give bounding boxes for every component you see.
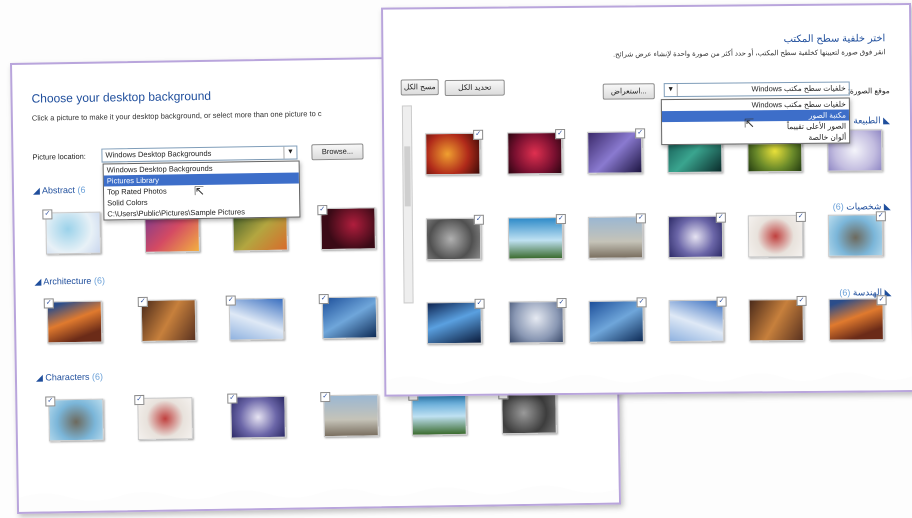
checkbox-icon[interactable]: ✓ [473, 129, 484, 140]
checkbox-icon[interactable]: ✓ [715, 212, 726, 223]
page-title: اختر خلفية سطح المكتب [783, 33, 886, 46]
checkbox-icon[interactable]: ✓ [635, 213, 646, 224]
browse-button[interactable]: استعراض... [602, 83, 655, 100]
wallpaper-thumbnail[interactable]: ✓ [508, 298, 567, 344]
browse-button[interactable]: Browse... [311, 143, 364, 161]
wallpaper-thumbnail[interactable]: ✓ [507, 214, 566, 260]
torn-edge [386, 372, 912, 395]
checkbox-icon[interactable]: ✓ [795, 211, 806, 223]
group-count: (6 [77, 184, 86, 195]
wallpaper-thumbnail[interactable]: ✓ [827, 211, 886, 257]
checkbox-icon[interactable]: ✓ [45, 396, 56, 407]
group-count: (6) [91, 371, 103, 382]
scrollbar[interactable] [401, 105, 414, 304]
collapse-triangle-icon[interactable]: ◣ [883, 115, 890, 125]
wallpaper-thumbnail[interactable]: ✓ [587, 213, 646, 259]
checkbox-icon[interactable]: ✓ [796, 295, 807, 307]
checkbox-icon[interactable]: ✓ [473, 214, 484, 225]
checkbox-icon[interactable]: ✓ [556, 298, 567, 309]
wallpaper-thumbnail[interactable]: ✓ [747, 211, 806, 258]
wallpaper-thumbnail[interactable]: ✓ [43, 298, 103, 344]
group-name: شخصيات [846, 201, 882, 212]
mouse-pointer-icon: ⇱ [193, 183, 205, 199]
wallpaper-thumbnail[interactable]: ✓ [227, 393, 286, 439]
picture-location-value: خلفيات سطح مكتب Windows [751, 83, 846, 94]
picture-location-label: Picture location: [32, 151, 86, 162]
checkbox-icon[interactable]: ✓ [555, 129, 566, 140]
checkbox-icon[interactable]: ✓ [716, 296, 727, 307]
wallpaper-thumbnail[interactable]: ✓ [588, 297, 647, 343]
group-header-nature[interactable]: ◣ الطبيعة [853, 115, 890, 126]
wallpaper-thumbnail[interactable]: ✓ [828, 295, 887, 341]
checkbox-icon[interactable]: ✓ [474, 298, 485, 309]
collapse-triangle-icon[interactable]: ◣ [884, 201, 891, 211]
wallpaper-thumbnail[interactable]: ✓ [498, 389, 557, 435]
instructions-text: انقر فوق صورة لتعيينها كخلفية سطح المكتب… [613, 49, 886, 59]
picture-location-select[interactable]: خلفيات سطح مكتب Windows ▼ [663, 81, 850, 98]
picture-location-value: Windows Desktop Backgrounds [105, 148, 212, 160]
picture-location-label: موقع الصورة: [847, 86, 890, 96]
picture-location-dropdown: خلفيات سطح مكتب Windows مكتبة الصور الصو… [660, 97, 851, 146]
group-count: (6) [839, 287, 851, 298]
wallpaper-thumbnail[interactable]: ✓ [507, 129, 566, 175]
wallpaper-thumbnail[interactable]: ✓ [225, 295, 285, 341]
wallpaper-thumbnail[interactable]: ✓ [137, 296, 197, 342]
wallpaper-thumbnail[interactable]: ✓ [425, 214, 484, 261]
wallpaper-thumbnail[interactable]: ✓ [317, 205, 376, 251]
dropdown-option[interactable]: C:\Users\Public\Pictures\Sample Pictures [104, 205, 299, 219]
collapse-triangle-icon[interactable]: ◢ [36, 373, 43, 383]
checkbox-icon[interactable]: ✓ [876, 295, 887, 306]
group-count: (6) [832, 201, 844, 212]
wallpaper-thumbnail[interactable]: ✓ [667, 212, 726, 259]
checkbox-icon[interactable]: ✓ [42, 209, 53, 220]
wallpaper-thumbnail[interactable]: ✓ [425, 129, 484, 176]
group-name: الطبيعة [853, 115, 881, 126]
checkbox-icon[interactable]: ✓ [317, 205, 328, 216]
mouse-pointer-icon: ⇱ [743, 116, 755, 131]
collapse-triangle-icon[interactable]: ◢ [33, 186, 40, 196]
checkbox-icon[interactable]: ✓ [320, 392, 331, 403]
collapse-triangle-icon[interactable]: ◢ [34, 277, 41, 287]
group-name: Abstract [41, 184, 76, 196]
wallpaper-thumbnail[interactable]: ✓ [42, 209, 102, 255]
scrollbar-thumb[interactable] [404, 146, 411, 207]
chevron-down-icon[interactable]: ▼ [283, 146, 297, 159]
wallpaper-thumbnail[interactable]: ✓ [320, 392, 379, 438]
checkbox-icon[interactable]: ✓ [635, 128, 646, 139]
group-header-architecture[interactable]: ◢ Architecture (6) [34, 276, 105, 288]
checkbox-icon[interactable]: ✓ [318, 294, 329, 305]
checkbox-icon[interactable]: ✓ [555, 214, 566, 225]
chevron-down-icon[interactable]: ▼ [664, 84, 678, 97]
dropdown-option[interactable]: ألوان خالصة [662, 132, 849, 145]
wallpaper-thumbnail[interactable]: ✓ [408, 390, 467, 436]
wallpaper-thumbnail[interactable]: ✓ [748, 295, 807, 342]
wallpaper-thumbnail[interactable]: ✓ [134, 394, 193, 441]
wallpaper-thumbnail[interactable]: ✓ [587, 128, 646, 174]
wallpaper-thumbnail[interactable]: ✓ [45, 396, 104, 442]
instructions-text: Click a picture to make it your desktop … [31, 109, 322, 123]
checkbox-icon[interactable]: ✓ [43, 298, 54, 309]
select-all-button[interactable]: تحديد الكل [444, 79, 505, 97]
page-title: Choose your desktop background [31, 88, 212, 106]
torn-edge [18, 485, 619, 512]
checkbox-icon[interactable]: ✓ [225, 295, 236, 306]
checkbox-icon[interactable]: ✓ [134, 394, 145, 406]
group-name: Characters [45, 371, 90, 383]
desktop-background-window-arabic: اختر خلفية سطح المكتب انقر فوق صورة لتعي… [381, 3, 912, 397]
checkbox-icon[interactable]: ✓ [875, 211, 886, 222]
group-header-characters[interactable]: ◢ Characters (6) [36, 372, 103, 384]
wallpaper-thumbnail[interactable]: ✓ [668, 296, 727, 343]
wallpaper-thumbnail[interactable]: ✓ [426, 298, 485, 345]
checkbox-icon[interactable]: ✓ [137, 296, 148, 308]
group-header-abstract[interactable]: ◢ Abstract (6 [33, 185, 86, 197]
clear-all-button[interactable]: مسح الكل [400, 79, 439, 96]
checkbox-icon[interactable]: ✓ [636, 297, 647, 308]
checkbox-icon[interactable]: ✓ [227, 393, 238, 404]
group-count: (6) [93, 275, 105, 286]
group-name: Architecture [43, 275, 92, 287]
wallpaper-thumbnail[interactable]: ✓ [318, 294, 378, 340]
